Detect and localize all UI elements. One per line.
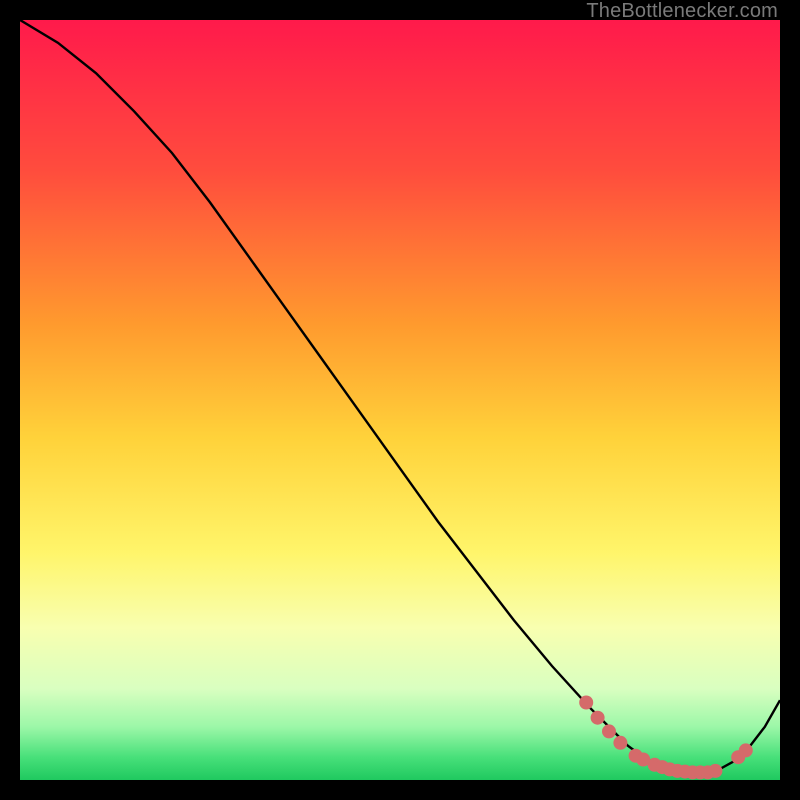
marker-dot (708, 764, 722, 778)
marker-dot (591, 711, 605, 725)
bottleneck-chart (20, 20, 780, 780)
marker-dot (739, 743, 753, 757)
marker-dot (602, 724, 616, 738)
watermark-text: TheBottlenecker.com (586, 0, 778, 23)
gradient-background (20, 20, 780, 780)
marker-dot (579, 696, 593, 710)
marker-dot (613, 736, 627, 750)
chart-frame (20, 20, 780, 780)
